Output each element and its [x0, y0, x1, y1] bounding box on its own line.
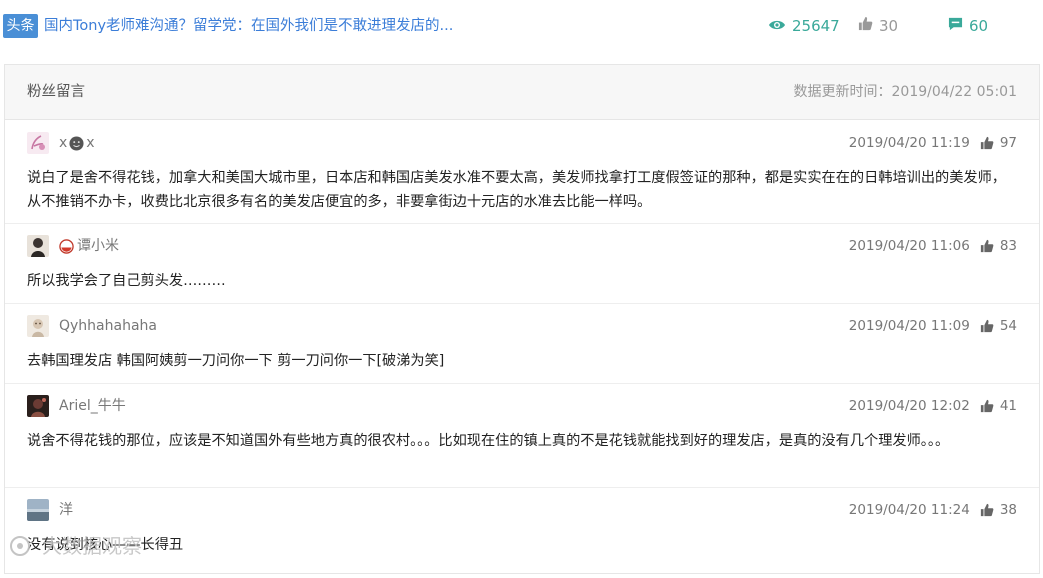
headline-badge: 头条 [3, 14, 38, 38]
comment-meta: 2019/04/20 11:19 97 [849, 132, 1017, 154]
comment-meta: 2019/04/20 12:02 41 [849, 395, 1017, 417]
avatar[interactable] [27, 132, 49, 154]
comment-meta: 2019/04/20 11:09 54 [849, 315, 1017, 337]
thumbs-up-icon [858, 14, 873, 38]
comment-username[interactable]: 谭小米 [59, 235, 119, 257]
username: 谭小米 [77, 238, 119, 254]
comment-count: 60 [948, 14, 988, 38]
comment-item: Qyhhahahaha 2019/04/20 11:09 54 去韩国理发店 韩… [5, 304, 1039, 384]
smiley-face-icon [69, 135, 84, 151]
comment-username[interactable]: Qyhhahahaha [59, 315, 157, 337]
comment-like-count: 54 [999, 318, 1017, 334]
comment-username[interactable]: 洋 [59, 499, 73, 521]
comment-text: 说白了是舍不得花钱，加拿大和美国大城市里，日本店和韩国店美发水准不要太高，美发师… [27, 170, 1006, 210]
username: 洋 [59, 502, 73, 518]
comment-like-count: 97 [999, 135, 1017, 151]
username-suffix: x [86, 135, 95, 151]
comment-text: 所以我学会了自己剪头发……… [27, 273, 226, 289]
comment-meta: 2019/04/20 11:06 83 [849, 235, 1017, 257]
like-count-value: 30 [879, 17, 899, 35]
thumbs-up-icon[interactable] [980, 503, 994, 517]
comment-text: 说舍不得花钱的那位，应该是不知道国外有些地方真的很农村。。。比如现在住的镇上真的… [27, 433, 950, 449]
username: Ariel_牛牛 [59, 398, 126, 414]
thumbs-up-icon[interactable] [980, 239, 994, 253]
comment-username[interactable]: Ariel_牛牛 [59, 395, 126, 417]
comment-time: 2019/04/20 12:02 [848, 398, 970, 414]
comment-meta: 2019/04/20 11:24 38 [849, 499, 1017, 521]
comment-item: 谭小米 2019/04/20 11:06 83 所以我学会了自己剪头发……… [5, 224, 1039, 304]
avatar[interactable] [27, 315, 49, 337]
comment-time: 2019/04/20 11:06 [848, 238, 970, 254]
comment-item: x x 2019/04/20 11:19 97 说白了是舍不得花钱，加拿大和美国… [5, 121, 1039, 224]
comment-item: Ariel_牛牛 2019/04/20 12:02 41 说舍不得花钱的那位，应… [5, 384, 1039, 488]
comment-like-count: 38 [999, 502, 1017, 518]
eye-icon [768, 14, 786, 38]
view-count-value: 25647 [792, 17, 840, 35]
comment-count-value: 60 [969, 17, 989, 35]
thumbs-up-icon[interactable] [980, 136, 994, 150]
like-count: 30 [858, 14, 898, 38]
comment-time: 2019/04/20 11:09 [848, 318, 970, 334]
data-updated-time: 数据更新时间：2019/04/22 05:01 [793, 84, 1018, 100]
thumbs-up-icon[interactable] [980, 399, 994, 413]
avatar[interactable] [27, 499, 49, 521]
article-title-link[interactable]: 国内Tony老师难沟通？留学党：在国外我们是不敢进理发店的... [44, 14, 453, 38]
comment-text: 去韩国理发店 韩国阿姨剪一刀问你一下 剪一刀问你一下[破涕为笑] [27, 353, 445, 369]
comment-item: 洋 2019/04/20 11:24 38 没有说到核心——长得丑 [5, 488, 1039, 578]
username-prefix: x [59, 135, 68, 151]
panel-header: 粉丝留言 数据更新时间：2019/04/22 05:01 [5, 65, 1039, 120]
avatar[interactable] [27, 235, 49, 257]
panel-title: 粉丝留言 [27, 84, 85, 100]
username: Qyhhahahaha [59, 318, 157, 334]
comment-username[interactable]: x x [59, 132, 95, 154]
comment-time: 2019/04/20 11:19 [848, 135, 970, 151]
comment-time: 2019/04/20 11:24 [848, 502, 970, 518]
article-row: 头条 国内Tony老师难沟通？留学党：在国外我们是不敢进理发店的... 2564… [0, 0, 1043, 52]
comment-icon [948, 14, 963, 38]
red-circle-icon [59, 238, 74, 254]
comment-like-count: 41 [999, 398, 1017, 414]
thumbs-up-icon[interactable] [980, 319, 994, 333]
comment-like-count: 83 [999, 238, 1017, 254]
comment-text: 没有说到核心——长得丑 [27, 537, 184, 553]
fan-comments-panel: 粉丝留言 数据更新时间：2019/04/22 05:01 x x 2019/04… [4, 64, 1040, 574]
avatar[interactable] [27, 395, 49, 417]
view-count: 25647 [768, 14, 840, 38]
